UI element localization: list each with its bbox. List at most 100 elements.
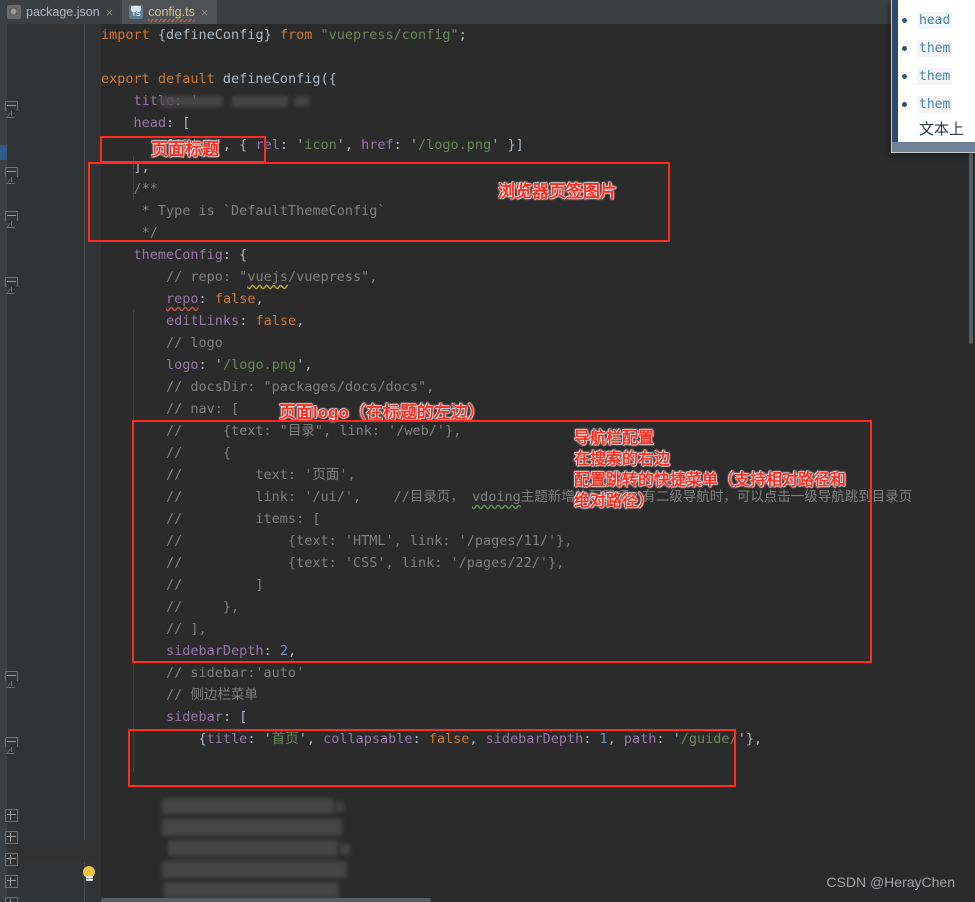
fold-collapsed-line-43[interactable] <box>5 831 18 844</box>
fold-region-bar <box>84 226 85 277</box>
code-token: // items: [ <box>101 511 321 527</box>
code-token: // { <box>101 445 232 461</box>
close-icon[interactable]: × <box>200 6 210 19</box>
code-token: sidebarDepth <box>485 731 584 747</box>
intellij-editor-window: package.json × config.ts × 1234567891011… <box>0 0 975 902</box>
redacted-block <box>232 96 288 107</box>
horizontal-scrollbar[interactable] <box>101 898 431 902</box>
code-token: : ' <box>656 731 681 747</box>
list-item-label: them <box>917 67 953 85</box>
code-token: defineConfig({ <box>222 71 337 87</box>
code-token: // }, <box>101 599 240 615</box>
code-token: : <box>583 731 600 747</box>
code-line: {title: '首页', collapsable: false, sideba… <box>101 728 763 750</box>
fold-arrow-line-5[interactable] <box>5 167 18 184</box>
code-token: // docsDir: "packages/docs/docs", <box>101 379 435 395</box>
code-token: , <box>607 731 624 747</box>
code-token: ], <box>101 159 150 175</box>
list-item[interactable]: them <box>892 34 975 62</box>
code-line: // ], <box>101 618 207 640</box>
close-icon[interactable]: × <box>105 6 115 19</box>
code-token: , <box>255 291 264 307</box>
bullet-icon <box>902 45 907 51</box>
code-token: '}, <box>737 731 763 747</box>
code-token: 1 <box>599 731 608 747</box>
code-line: sidebarDepth: 2, <box>101 640 296 662</box>
redacted-block <box>294 97 309 106</box>
code-line: /** <box>101 178 158 200</box>
list-item[interactable]: them <box>892 62 975 90</box>
code-token: rel <box>255 137 280 153</box>
fold-arrow-line-29[interactable] <box>5 671 18 688</box>
redacted-block <box>340 844 350 854</box>
fold-arrow-line-3[interactable] <box>5 101 18 118</box>
code-line: repo: false, <box>101 288 264 310</box>
bullet-icon <box>902 101 907 107</box>
watermark: CSDN @HerayChen <box>826 874 955 890</box>
list-item[interactable]: head <box>892 6 975 34</box>
code-folding-gutter[interactable] <box>73 24 101 902</box>
fold-region-bar <box>84 686 85 737</box>
typescript-file-icon <box>129 5 144 19</box>
vcs-change-marker[interactable] <box>0 145 7 160</box>
list-item-label: them <box>917 95 953 113</box>
fold-collapsed-line-77[interactable] <box>5 897 18 902</box>
tab-config-ts[interactable]: config.ts × <box>122 0 218 24</box>
list-item[interactable]: them <box>892 90 975 118</box>
redacted-block <box>162 819 342 836</box>
fold-region-bar <box>84 182 85 211</box>
code-line: export default defineConfig({ <box>101 68 337 90</box>
fold-arrow-line-32[interactable] <box>5 737 18 754</box>
code-token: false <box>428 731 470 747</box>
redacted-block <box>162 798 334 814</box>
fold-arrow-line-8[interactable] <box>5 211 18 228</box>
fold-arrow-line-11[interactable] <box>5 277 18 294</box>
line-number-gutter[interactable] <box>7 24 73 902</box>
code-token: import <box>101 27 158 43</box>
code-token: , <box>296 313 305 329</box>
code-token: // ], <box>101 621 207 637</box>
code-token: , <box>287 643 297 659</box>
code-token: {defineConfig} <box>157 27 280 43</box>
bullet-icon <box>902 73 907 79</box>
redacted-block <box>164 882 339 898</box>
code-line: // sidebar:'auto' <box>101 662 304 684</box>
code-token: // {text: 'CSS', link: '/pages/22/'}, <box>101 555 565 571</box>
code-token: logo <box>166 357 199 373</box>
code-line: // repo: "vuejs/vuepress", <box>101 266 377 288</box>
code-token: * Type is `DefaultThemeConfig` <box>101 203 386 219</box>
code-token: // {text: "目录", link: '/web/'}, <box>101 423 462 439</box>
code-token: head <box>133 115 167 131</box>
tab-package-json[interactable]: package.json × <box>0 0 122 24</box>
code-token: // repo: "vuejs/vuepress", <box>101 269 378 285</box>
code-token: 首页 <box>271 731 299 747</box>
code-token: path <box>623 731 657 747</box>
fold-collapsed-line-52[interactable] <box>5 853 18 866</box>
code-line: themeConfig: { <box>101 244 248 266</box>
code-token: /guide/ <box>680 731 738 747</box>
code-token: : { <box>222 247 248 263</box>
code-token: // {text: 'HTML', link: '/pages/11/'}, <box>101 533 573 549</box>
code-token: : <box>239 313 256 329</box>
code-token: */ <box>101 225 158 241</box>
code-token: : [ <box>222 709 248 725</box>
code-token: title <box>206 731 248 747</box>
vertical-scrollbar[interactable] <box>969 144 973 344</box>
title-annotation-label: 页面标题 <box>151 140 219 159</box>
code-editor[interactable]: 1234567891011121314151617181920212223242… <box>0 24 975 902</box>
code-token: themeConfig <box>133 247 223 263</box>
fold-collapsed-line-34[interactable] <box>5 809 18 822</box>
code-line: // }, <box>101 596 239 618</box>
structure-popup-panel[interactable]: head them them them 文本上 <box>891 0 975 153</box>
lightbulb-icon[interactable] <box>81 866 97 882</box>
fold-collapsed-line-65[interactable] <box>5 875 18 888</box>
code-token: sidebarDepth <box>166 643 264 659</box>
code-token: // nav: [ <box>101 401 240 417</box>
code-token: // ] <box>101 577 264 593</box>
code-line: editLinks: false, <box>101 310 304 332</box>
